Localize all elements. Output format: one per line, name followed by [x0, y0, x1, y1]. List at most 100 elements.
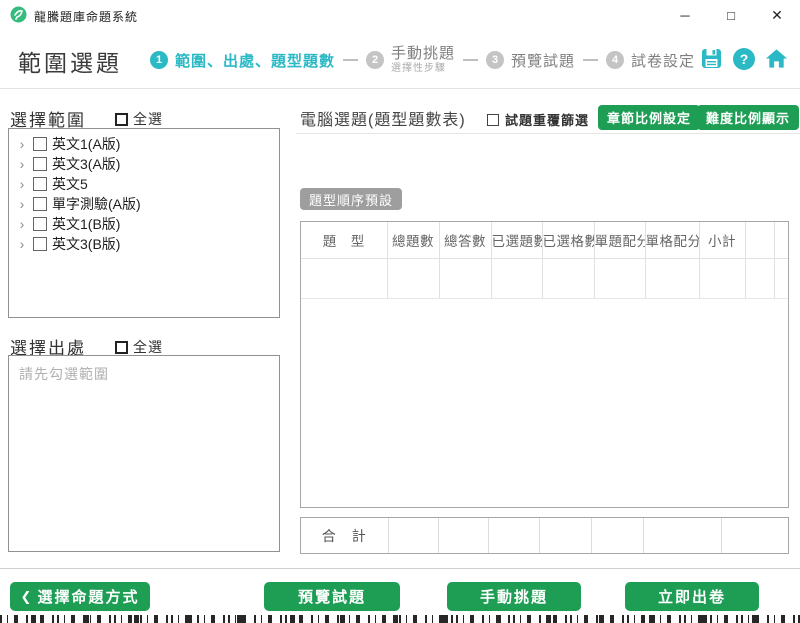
- chevron-right-icon[interactable]: ›: [16, 196, 28, 212]
- step-2-sublabel: 選擇性步驟: [391, 63, 455, 74]
- difficulty-ratio-button[interactable]: 難度比例顯示: [697, 105, 799, 130]
- total-cell: [643, 518, 721, 553]
- step-3-circle: 3: [486, 51, 504, 69]
- total-label: 合 計: [301, 518, 388, 553]
- clipped-bottom-text: [0, 615, 800, 623]
- tree-item: › 英文1(B版): [9, 214, 279, 234]
- computer-selection-title: 電腦選題(題型題數表): [300, 106, 466, 130]
- chapter-ratio-button[interactable]: 章節比例設定: [598, 105, 700, 130]
- range-select-all-checkbox[interactable]: [115, 113, 128, 126]
- step-connector: [583, 59, 598, 61]
- title-bar: 龍騰題庫命題系統 ─ □ ✕: [0, 0, 800, 30]
- table-header-row: 題 型 總題數 總答數 已選題數 已選格數 單題配分 單格配分 小計: [301, 222, 788, 258]
- table-row: [301, 258, 788, 298]
- header-action-icons: ?: [700, 47, 788, 70]
- total-cell: [591, 518, 643, 553]
- col-selected-blanks: 已選格數: [542, 222, 594, 258]
- footer-divider: [0, 568, 800, 569]
- panel-divider: [296, 133, 800, 134]
- cell-selected-questions[interactable]: [491, 258, 542, 298]
- cell-selected-blanks[interactable]: [542, 258, 594, 298]
- col-selected-questions: 已選題數: [491, 222, 542, 258]
- range-select-all-label: 全選: [133, 109, 163, 129]
- cell-points-per-question[interactable]: [594, 258, 645, 298]
- save-icon[interactable]: [700, 47, 723, 70]
- tree-item-checkbox[interactable]: [33, 137, 47, 151]
- chevron-right-icon[interactable]: ›: [16, 156, 28, 172]
- type-order-button[interactable]: 題型順序預設: [300, 188, 402, 210]
- dedupe-filter[interactable]: 試題重覆篩選: [487, 110, 589, 129]
- step-2-label: 手動挑題 選擇性步驟: [391, 46, 455, 74]
- col-total-questions: 總題數: [387, 222, 439, 258]
- tree-item-label[interactable]: 英文1(A版): [52, 134, 120, 154]
- total-cell: [438, 518, 488, 553]
- source-select-all-label: 全選: [133, 337, 163, 357]
- tree-item: › 英文3(A版): [9, 154, 279, 174]
- tree-item-label[interactable]: 英文5: [52, 174, 88, 194]
- range-tree[interactable]: › 英文1(A版) › 英文3(A版) › 英文5 › 單字測驗(A版) › 英文1(B版…: [8, 128, 280, 318]
- step-2-circle: 2: [366, 51, 384, 69]
- home-icon[interactable]: [765, 47, 788, 70]
- maximize-icon[interactable]: □: [708, 0, 754, 30]
- minimize-icon[interactable]: ─: [662, 0, 708, 30]
- preview-questions-button[interactable]: 預覽試題: [264, 582, 400, 611]
- tree-item-label[interactable]: 英文3(A版): [52, 154, 120, 174]
- step-4-label: 試卷設定: [631, 50, 695, 71]
- source-placeholder: 請先勾選範圍: [9, 356, 279, 392]
- back-to-method-button[interactable]: ❮ 選擇命題方式: [10, 582, 150, 611]
- range-select-all[interactable]: 全選: [115, 109, 163, 129]
- chevron-right-icon[interactable]: ›: [16, 136, 28, 152]
- step-4-circle: 4: [606, 51, 624, 69]
- col-empty: [774, 222, 788, 258]
- col-empty: [745, 222, 774, 258]
- col-subtotal: 小計: [699, 222, 745, 258]
- col-points-per-question: 單題配分: [594, 222, 645, 258]
- tree-item: › 英文1(A版): [9, 134, 279, 154]
- step-3-label: 預覽試題: [511, 50, 575, 71]
- total-row-table: 合 計: [300, 517, 789, 554]
- tree-item-checkbox[interactable]: [33, 197, 47, 211]
- tree-item-label[interactable]: 單字測驗(A版): [52, 194, 141, 214]
- window-title: 龍騰題庫命題系統: [34, 8, 138, 25]
- total-row: 合 計: [301, 518, 788, 553]
- dedupe-checkbox[interactable]: [487, 114, 499, 126]
- total-cell: [388, 518, 438, 553]
- tree-item-checkbox[interactable]: [33, 217, 47, 231]
- cell-empty: [774, 258, 788, 298]
- tree-item-checkbox[interactable]: [33, 237, 47, 251]
- tree-item-label[interactable]: 英文1(B版): [52, 214, 120, 234]
- app-logo-icon: [10, 6, 27, 23]
- col-points-per-blank: 單格配分: [645, 222, 699, 258]
- wizard-steps: 1 範圍、出處、題型題數 2 手動挑題 選擇性步驟 3 預覽試題 4 試卷設定: [150, 40, 695, 80]
- tree-item-checkbox[interactable]: [33, 177, 47, 191]
- total-cell: [488, 518, 539, 553]
- manual-pick-button[interactable]: 手動挑題: [447, 582, 581, 611]
- cell-subtotal[interactable]: [699, 258, 745, 298]
- cell-total-answers[interactable]: [439, 258, 491, 298]
- tree-item-checkbox[interactable]: [33, 157, 47, 171]
- cell-question-type[interactable]: [301, 258, 387, 298]
- header-divider: [0, 88, 800, 89]
- page-title: 範圍選題: [18, 44, 122, 78]
- step-1-label: 範圍、出處、題型題數: [175, 50, 335, 71]
- source-select-all[interactable]: 全選: [115, 337, 163, 357]
- cell-empty: [745, 258, 774, 298]
- step-connector: [463, 59, 478, 61]
- tree-item-label[interactable]: 英文3(B版): [52, 234, 120, 254]
- chevron-left-icon: ❮: [21, 589, 32, 605]
- tree-item: › 單字測驗(A版): [9, 194, 279, 214]
- source-list: 請先勾選範圍: [8, 355, 280, 552]
- app-window: 龍騰題庫命題系統 ─ □ ✕ 範圍選題 1 範圍、出處、題型題數 2 手動挑題 …: [0, 0, 800, 623]
- chevron-right-icon[interactable]: ›: [16, 216, 28, 232]
- cell-total-questions[interactable]: [387, 258, 439, 298]
- chevron-right-icon[interactable]: ›: [16, 236, 28, 252]
- help-icon[interactable]: ?: [733, 48, 755, 70]
- dedupe-label: 試題重覆篩選: [505, 110, 589, 129]
- source-select-all-checkbox[interactable]: [115, 341, 128, 354]
- chevron-right-icon[interactable]: ›: [16, 176, 28, 192]
- generate-paper-button[interactable]: 立即出卷: [625, 582, 759, 611]
- close-icon[interactable]: ✕: [754, 0, 800, 30]
- col-question-type: 題 型: [301, 222, 387, 258]
- step-connector: [343, 59, 358, 61]
- cell-points-per-blank[interactable]: [645, 258, 699, 298]
